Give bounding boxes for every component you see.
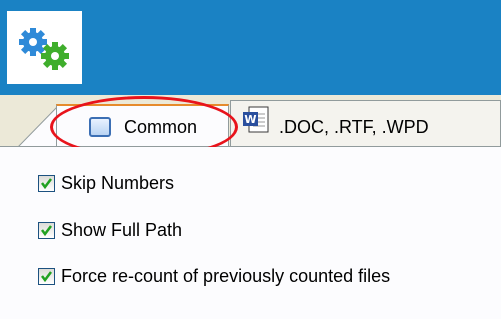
check-icon — [41, 177, 52, 189]
skip-numbers-label: Skip Numbers — [61, 172, 175, 193]
option-force-recount[interactable]: Force re-count of previously counted fil… — [38, 265, 390, 287]
show-full-path-checkbox[interactable] — [38, 221, 55, 239]
skip-numbers-checkbox[interactable] — [38, 174, 55, 192]
force-recount-label: Force re-count of previously counted fil… — [61, 265, 391, 286]
app-logo — [7, 11, 82, 84]
word-document-icon: W — [243, 106, 269, 133]
show-full-path-label: Show Full Path — [61, 219, 183, 240]
app-header — [0, 0, 501, 95]
option-skip-numbers[interactable]: Skip Numbers — [38, 172, 174, 194]
gears-icon — [19, 28, 69, 70]
svg-text:W: W — [244, 113, 256, 126]
tab-doc-label: .DOC, .RTF, .WPD — [279, 117, 429, 137]
option-show-full-path[interactable]: Show Full Path — [38, 219, 182, 241]
check-icon — [41, 224, 52, 236]
check-icon — [41, 270, 52, 282]
force-recount-checkbox[interactable] — [38, 267, 55, 285]
